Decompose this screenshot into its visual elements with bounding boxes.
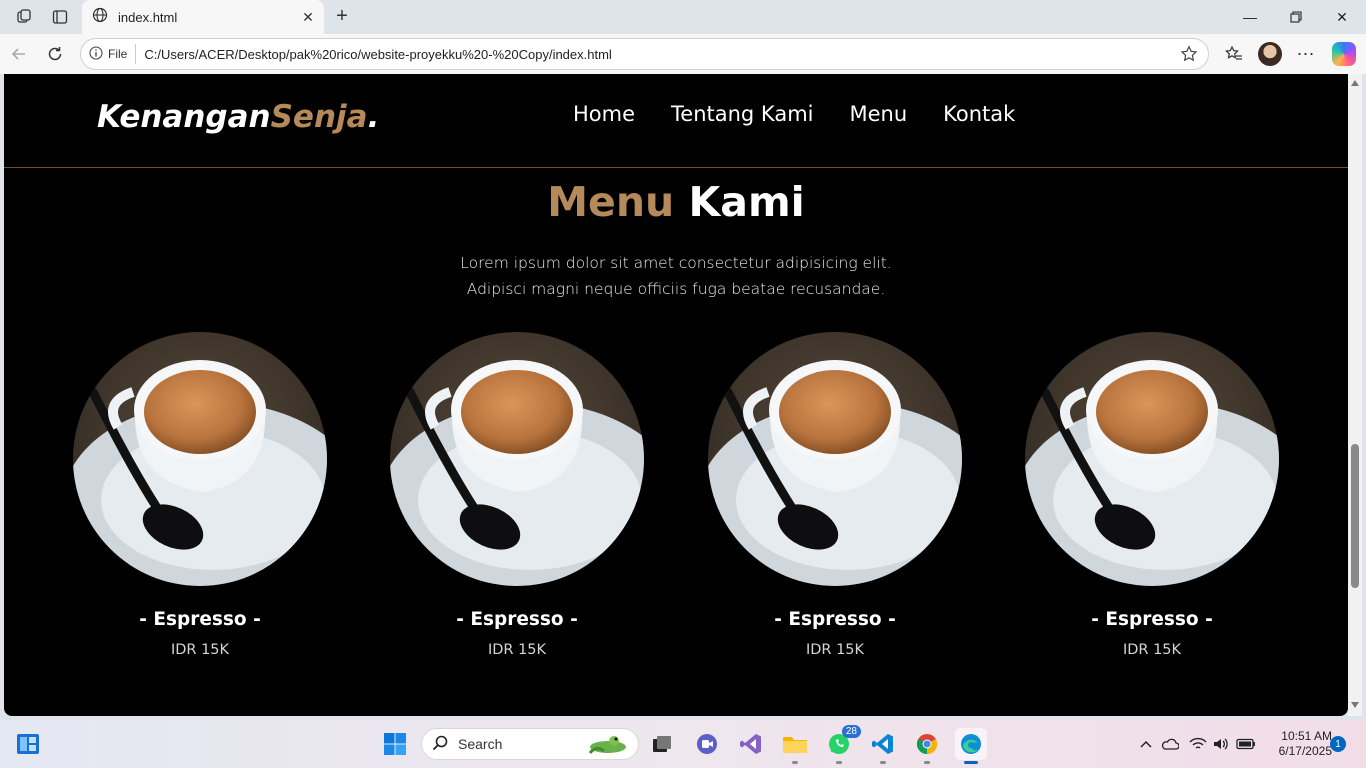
- active-indicator: [964, 761, 978, 764]
- visual-studio-icon[interactable]: [735, 728, 767, 760]
- start-icon[interactable]: [379, 728, 411, 760]
- file-explorer-icon[interactable]: [779, 728, 811, 764]
- section-title: Menu Kami: [4, 178, 1348, 226]
- workspaces-icon[interactable]: [14, 7, 34, 27]
- nav-home[interactable]: Home: [573, 102, 635, 126]
- espresso-image: [73, 332, 327, 586]
- system-clock[interactable]: 10:51 AM 6/17/2025: [1262, 729, 1332, 759]
- battery-icon[interactable]: [1236, 734, 1256, 754]
- menu-card: - Espresso - IDR 15K: [73, 332, 327, 658]
- espresso-image: [708, 332, 962, 586]
- tab-actions-icon[interactable]: [50, 7, 70, 27]
- item-price: IDR 15K: [170, 642, 230, 658]
- logo-main: Kenangan: [97, 99, 271, 135]
- nav-kontak[interactable]: Kontak: [943, 102, 1015, 126]
- desc-line-2: Adipisci magni neque officiis fuga beata…: [466, 280, 886, 298]
- refresh-icon[interactable]: [44, 43, 66, 65]
- nav-links: Home Tentang Kami Menu Kontak: [573, 102, 1015, 126]
- teams-chat-icon[interactable]: [691, 728, 723, 760]
- address-bar[interactable]: File C:/Users/ACER/Desktop/pak%20rico/we…: [80, 38, 1209, 70]
- more-menu-icon[interactable]: ⋯: [1295, 43, 1317, 65]
- menu-card: - Espresso - IDR 15K: [1025, 332, 1279, 658]
- url-text[interactable]: C:/Users/ACER/Desktop/pak%20rico/website…: [144, 47, 1178, 62]
- restore-icon[interactable]: [1284, 6, 1308, 28]
- profile-avatar[interactable]: [1258, 42, 1282, 66]
- item-name: - Espresso -: [774, 609, 896, 630]
- scroll-down-icon[interactable]: [1351, 702, 1359, 708]
- vscode-icon[interactable]: [867, 728, 899, 764]
- site-navbar: KenanganSenja. Home Tentang Kami Menu Ko…: [4, 74, 1348, 168]
- task-view-icon[interactable]: [646, 728, 678, 760]
- running-indicator: [792, 761, 798, 764]
- scroll-up-icon[interactable]: [1351, 80, 1359, 86]
- scrollbar-thumb[interactable]: [1351, 444, 1359, 588]
- item-name: - Espresso -: [1091, 609, 1213, 630]
- logo-dot: .: [367, 99, 380, 135]
- menu-card: - Espresso - IDR 15K: [390, 332, 644, 658]
- wifi-icon[interactable]: [1188, 734, 1208, 754]
- item-price: IDR 15K: [805, 642, 865, 658]
- clock-time: 10:51 AM: [1281, 729, 1332, 743]
- file-label: File: [108, 47, 128, 61]
- menu-card: - Espresso - IDR 15K: [708, 332, 962, 658]
- item-name: - Espresso -: [456, 609, 578, 630]
- copilot-icon[interactable]: [1332, 42, 1356, 66]
- favorites-icon[interactable]: [1223, 43, 1245, 65]
- desc-line-1: Lorem ipsum dolor sit amet consectetur a…: [460, 254, 892, 272]
- section-description: Lorem ipsum dolor sit amet consectetur a…: [4, 250, 1348, 302]
- espresso-image: [390, 332, 644, 586]
- back-icon[interactable]: [8, 43, 30, 65]
- windows-taskbar: Search 28 10:51 AM 6/17/2025 1: [0, 720, 1366, 768]
- whatsapp-icon[interactable]: 28: [823, 725, 861, 764]
- close-window-icon[interactable]: ✕: [1330, 6, 1354, 28]
- widgets-icon[interactable]: [12, 728, 44, 760]
- running-indicator: [924, 761, 930, 764]
- info-icon: [89, 45, 103, 63]
- new-tab-icon[interactable]: +: [332, 6, 352, 26]
- espresso-image: [1025, 332, 1279, 586]
- notification-badge[interactable]: 1: [1330, 736, 1346, 752]
- tab-index-html[interactable]: index.html ✕: [82, 0, 324, 34]
- nav-tentang-kami[interactable]: Tentang Kami: [671, 102, 813, 126]
- tab-title: index.html: [118, 9, 178, 25]
- onedrive-icon[interactable]: [1160, 734, 1180, 754]
- logo-accent: Senja: [270, 99, 368, 135]
- search-placeholder: Search: [458, 736, 503, 752]
- running-indicator: [880, 761, 886, 764]
- nav-menu[interactable]: Menu: [849, 102, 907, 126]
- site-info-chip[interactable]: File: [89, 44, 137, 64]
- browser-tab-bar: index.html ✕ + — ✕: [0, 0, 1366, 34]
- edge-icon[interactable]: [955, 728, 987, 764]
- title-accent: Menu: [547, 178, 675, 226]
- page-scrollbar[interactable]: [1348, 74, 1362, 716]
- close-tab-icon[interactable]: ✕: [298, 7, 318, 27]
- title-main: Kami: [688, 178, 805, 226]
- volume-icon[interactable]: [1211, 734, 1231, 754]
- chevron-up-icon[interactable]: [1136, 734, 1156, 754]
- whatsapp-badge: 28: [841, 725, 861, 738]
- site-logo[interactable]: KenanganSenja.: [97, 99, 379, 135]
- item-price: IDR 15K: [1122, 642, 1182, 658]
- frog-search-highlight-icon: [584, 731, 630, 758]
- favorite-star-icon[interactable]: [1178, 43, 1200, 65]
- minimize-icon[interactable]: —: [1238, 6, 1262, 28]
- clock-date: 6/17/2025: [1278, 744, 1332, 758]
- running-indicator: [836, 761, 842, 764]
- chrome-icon[interactable]: [911, 728, 943, 764]
- item-price: IDR 15K: [487, 642, 547, 658]
- item-name: - Espresso -: [139, 609, 261, 630]
- globe-icon: [92, 7, 108, 28]
- search-icon: [432, 735, 448, 754]
- taskbar-search[interactable]: Search: [421, 728, 639, 760]
- browser-toolbar: File C:/Users/ACER/Desktop/pak%20rico/we…: [0, 34, 1366, 74]
- page-viewport: KenanganSenja. Home Tentang Kami Menu Ko…: [4, 74, 1348, 716]
